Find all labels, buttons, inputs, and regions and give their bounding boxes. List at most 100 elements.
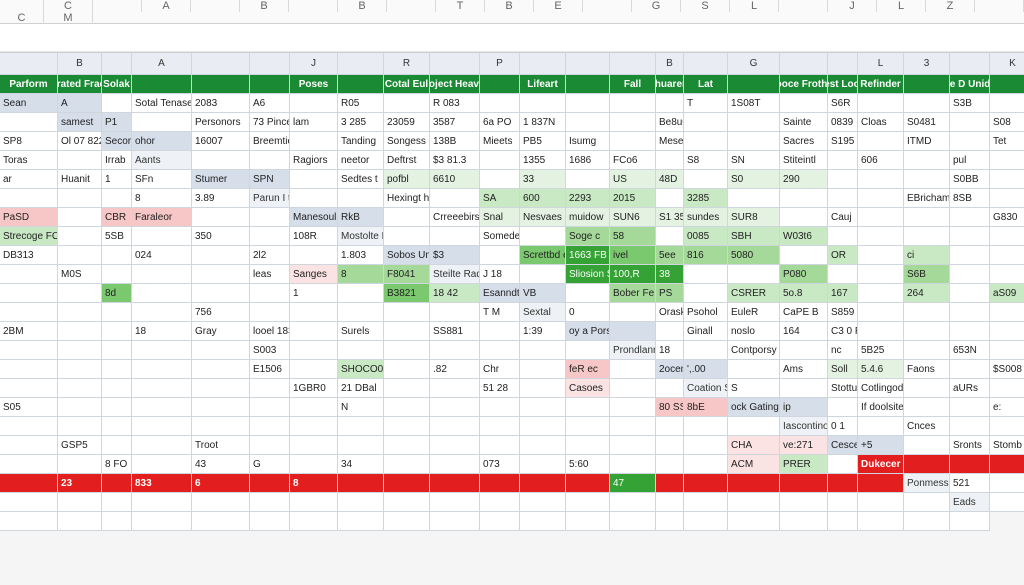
cell[interactable]: PRER (780, 455, 828, 474)
cell[interactable] (566, 398, 610, 417)
cell[interactable] (250, 474, 290, 493)
cell[interactable]: S05 (0, 398, 58, 417)
cell[interactable] (520, 227, 566, 246)
cell[interactable]: Songess (384, 132, 430, 151)
cell[interactable] (684, 417, 728, 436)
cell[interactable]: Chr (480, 360, 520, 379)
cell[interactable] (684, 265, 728, 284)
cell[interactable]: F8041 (384, 265, 430, 284)
column-letter[interactable]: C (0, 12, 44, 24)
cell[interactable] (58, 398, 102, 417)
cell[interactable] (250, 512, 290, 531)
cell[interactable]: 600 (520, 189, 566, 208)
cell[interactable]: $3 (430, 246, 480, 265)
cell[interactable] (58, 227, 102, 246)
cell[interactable] (250, 208, 290, 227)
cell[interactable]: 80 SSS (656, 398, 684, 417)
cell[interactable]: Ams (780, 360, 828, 379)
cell[interactable] (950, 284, 990, 303)
cell[interactable] (58, 322, 102, 341)
cell[interactable] (520, 379, 566, 398)
cell[interactable] (192, 512, 250, 531)
row-label[interactable]: oy a Porsil (566, 322, 610, 341)
cell[interactable]: CBR (102, 208, 132, 227)
cell[interactable]: Soge c (566, 227, 610, 246)
cell[interactable]: RkB (338, 208, 384, 227)
cell[interactable] (384, 493, 430, 512)
cell[interactable] (566, 512, 610, 531)
column-letter[interactable]: E (534, 0, 583, 12)
row-label[interactable]: Prondlanr (610, 341, 656, 360)
cell[interactable] (950, 398, 990, 417)
column-letter[interactable]: L (877, 0, 926, 12)
cell[interactable] (384, 417, 430, 436)
cell[interactable]: Sotal Tenaser (132, 94, 192, 113)
cell[interactable] (102, 474, 132, 493)
cell[interactable]: 073 (480, 455, 520, 474)
cell[interactable]: muidow (566, 208, 610, 227)
cell[interactable] (0, 493, 58, 512)
cell[interactable] (656, 436, 684, 455)
cell[interactable]: 3.89 (192, 189, 250, 208)
cell[interactable] (290, 455, 338, 474)
cell[interactable] (950, 360, 990, 379)
cell[interactable]: 8 (290, 474, 338, 493)
cell[interactable] (132, 436, 192, 455)
cell[interactable] (0, 303, 58, 322)
cell[interactable] (656, 379, 684, 398)
cell[interactable]: pul (950, 151, 990, 170)
cell[interactable]: SA (480, 189, 520, 208)
cell[interactable]: B3821 (384, 284, 430, 303)
column-header[interactable] (338, 53, 384, 75)
cell[interactable]: 756 (192, 303, 250, 322)
column-letter[interactable]: T (436, 0, 485, 12)
cell[interactable]: 8 FO (102, 455, 132, 474)
cell[interactable] (102, 379, 132, 398)
cell[interactable] (290, 341, 338, 360)
cell[interactable] (250, 398, 290, 417)
cell[interactable] (250, 227, 290, 246)
cell[interactable] (566, 493, 610, 512)
cell[interactable] (192, 360, 250, 379)
cell[interactable]: 833 (132, 474, 192, 493)
cell[interactable]: 8SB (950, 189, 990, 208)
cell[interactable]: S0 (728, 170, 780, 189)
cell[interactable] (566, 170, 610, 189)
cell[interactable] (290, 322, 338, 341)
cell[interactable]: Isumg (566, 132, 610, 151)
cell[interactable]: ITMD (904, 132, 950, 151)
cell[interactable] (132, 227, 192, 246)
cell[interactable] (566, 341, 610, 360)
cell[interactable] (828, 512, 858, 531)
cell[interactable] (58, 341, 102, 360)
cell[interactable] (858, 94, 904, 113)
cell[interactable] (250, 417, 290, 436)
cell[interactable] (904, 398, 950, 417)
cell[interactable]: 0 (566, 303, 610, 322)
cell[interactable]: 1 (102, 170, 132, 189)
cell[interactable]: ve:271 (780, 436, 828, 455)
cell[interactable] (384, 455, 430, 474)
cell[interactable]: 6 (192, 474, 250, 493)
cell[interactable] (858, 265, 904, 284)
cell[interactable] (430, 303, 480, 322)
column-header[interactable]: 3 (904, 53, 950, 75)
cell[interactable] (520, 493, 566, 512)
cell[interactable]: Casoes (566, 379, 610, 398)
cell[interactable] (58, 493, 102, 512)
cell[interactable] (904, 512, 950, 531)
cell[interactable] (904, 227, 950, 246)
cell[interactable] (430, 455, 480, 474)
cell[interactable] (566, 284, 610, 303)
cell[interactable] (430, 436, 480, 455)
cell[interactable]: 350 (192, 227, 250, 246)
cell[interactable] (430, 189, 480, 208)
column-letter[interactable]: L (730, 0, 779, 12)
spreadsheet-grid[interactable]: BAJRPBGL3KParformPrated FradtSolakPosesC… (0, 52, 1024, 531)
cell[interactable] (0, 474, 58, 493)
cell[interactable]: pofbl (384, 170, 430, 189)
cell[interactable]: Sedtes t (338, 170, 384, 189)
cell[interactable] (290, 189, 338, 208)
cell[interactable]: Soll (828, 360, 858, 379)
cell[interactable] (950, 132, 990, 151)
